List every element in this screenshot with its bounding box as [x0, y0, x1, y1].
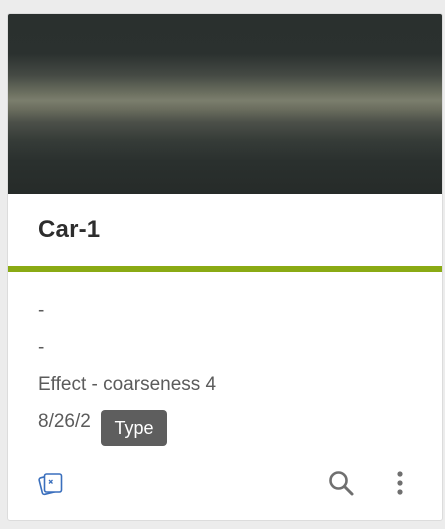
detail-effect: Effect - coarseness 4 — [38, 374, 217, 395]
thumbnail-image[interactable] — [8, 14, 442, 194]
detail-line-1: - — [38, 300, 45, 321]
search-icon[interactable] — [326, 468, 356, 498]
detail-line-2: - — [38, 337, 45, 358]
type-tooltip: Type — [101, 410, 167, 446]
more-vertical-icon[interactable] — [388, 468, 412, 498]
type-icon[interactable] — [36, 468, 66, 498]
asset-card[interactable]: Car-1 - - Effect - coarseness 4 8/26/2 T… — [7, 13, 443, 521]
card-title: Car-1 — [38, 216, 101, 243]
accent-divider — [8, 266, 442, 272]
